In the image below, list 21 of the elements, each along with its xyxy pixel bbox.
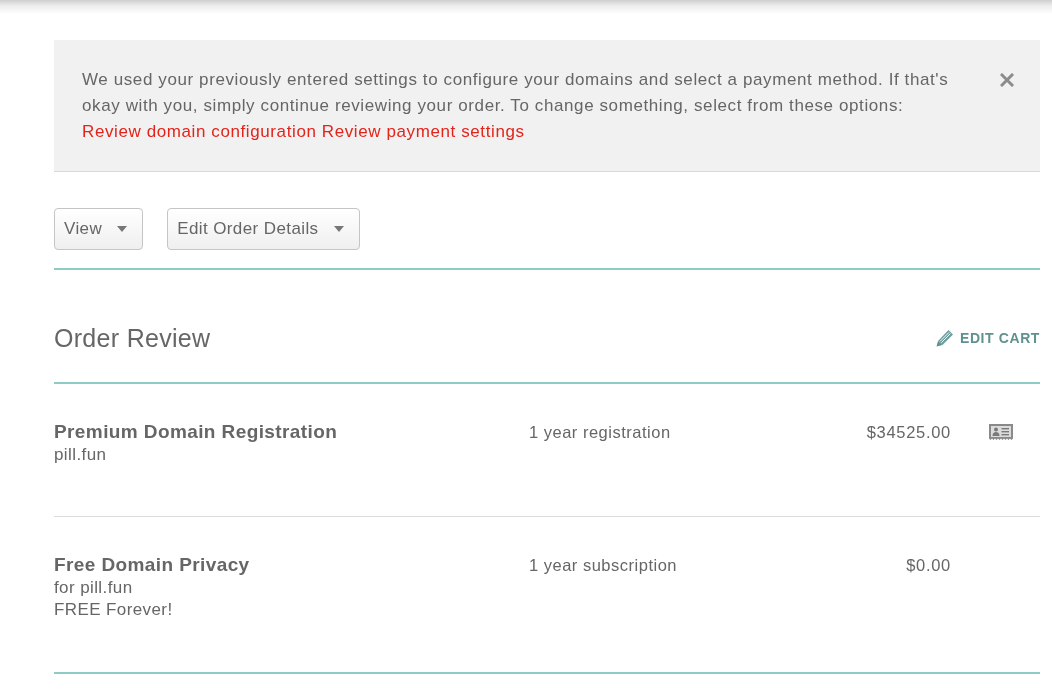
item-term: 1 year subscription: [529, 556, 677, 574]
item-term: 1 year registration: [529, 423, 671, 441]
caret-icon: [117, 226, 128, 232]
notice-link[interactable]: Review payment settings: [321, 122, 525, 141]
item-price: $0.00: [906, 556, 951, 574]
dropdown-button[interactable]: Edit Order Details: [167, 208, 360, 250]
close-icon[interactable]: [1000, 73, 1014, 87]
pencil-icon: [935, 329, 954, 347]
item-detail: FREE Forever!: [54, 599, 174, 621]
caret-icon: [333, 226, 344, 232]
item-name: Premium Domain Registration: [54, 420, 339, 444]
item-detail: pill.fun: [54, 444, 108, 466]
item-detail: for pill.fun: [54, 577, 134, 599]
item-name: Free Domain Privacy: [54, 553, 251, 577]
edit-cart-link[interactable]: EDIT CART: [935, 329, 1040, 347]
notice-message: We used your previously entered settings to configure your domains and select a payment method. If that's okay with you, simply continue reviewing your order. To change something, select from these options: Review domain configuration Review payment settings: [82, 69, 950, 143]
contact-card-icon: [989, 424, 1013, 440]
section-title: Order Review: [54, 323, 211, 353]
item-price: $34525.00: [866, 423, 951, 441]
notice-link[interactable]: Review domain configuration: [82, 122, 317, 141]
dropdown-button[interactable]: View: [54, 208, 144, 250]
